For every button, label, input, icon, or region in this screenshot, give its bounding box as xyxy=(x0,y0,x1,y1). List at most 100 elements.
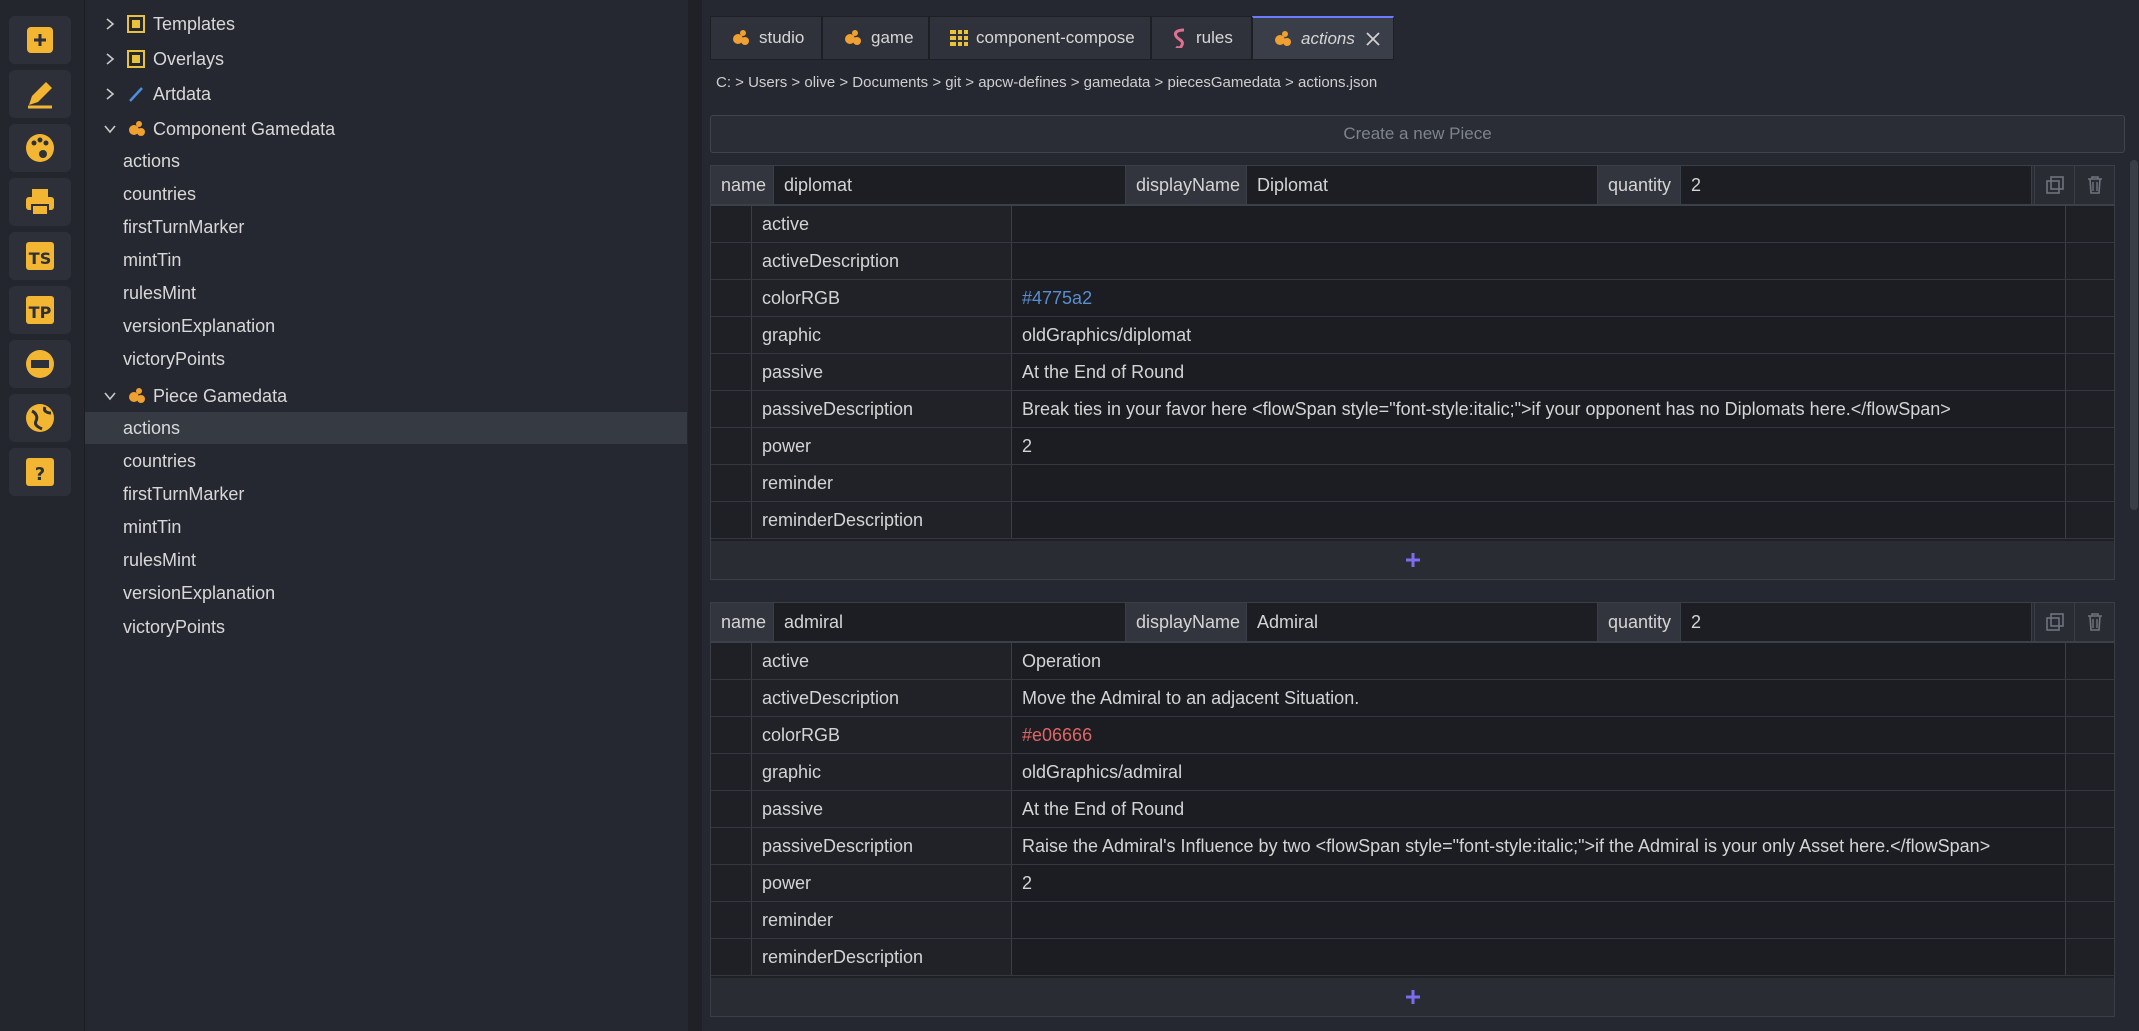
tree-file-component-countries[interactable]: countries xyxy=(85,178,687,210)
displayname-field[interactable]: Diplomat xyxy=(1246,166,1598,204)
tp-icon[interactable]: TP xyxy=(9,286,71,334)
add-property-button[interactable] xyxy=(711,541,2114,579)
gamedata-icon xyxy=(843,28,863,48)
ts-icon[interactable]: TS xyxy=(9,232,71,280)
palette-icon[interactable] xyxy=(9,124,71,172)
prop-value[interactable]: 2 xyxy=(1011,865,2066,901)
prop-value[interactable]: 2 xyxy=(1011,428,2066,464)
tree-file-piece-countries[interactable]: countries xyxy=(85,445,687,477)
piece-header: name admiral displayName Admiral quantit… xyxy=(711,603,2114,643)
prop-value[interactable] xyxy=(1011,243,2066,279)
breadcrumb: C: > Users > olive > Documents > git > a… xyxy=(716,74,1378,91)
tree-file-piece-minttin[interactable]: mintTin xyxy=(85,511,687,543)
create-piece-input[interactable]: Create a new Piece xyxy=(710,115,2125,153)
vertical-scrollbar[interactable] xyxy=(2130,160,2138,510)
tree-folder-component-gamedata[interactable]: Component Gamedata xyxy=(85,113,687,145)
prop-value[interactable]: Raise the Admiral's Influence by two <fl… xyxy=(1011,828,2066,864)
tree-file-component-versionexplanation[interactable]: versionExplanation xyxy=(85,310,687,342)
name-field[interactable]: diplomat xyxy=(773,166,1126,204)
tree-file-component-rulesmint[interactable]: rulesMint xyxy=(85,277,687,309)
tree-folder-artdata[interactable]: Artdata xyxy=(85,78,687,110)
piece-card-admiral: name admiral displayName Admiral quantit… xyxy=(710,602,2115,1017)
duplicate-icon[interactable] xyxy=(2034,166,2075,204)
duplicate-icon[interactable] xyxy=(2034,603,2075,641)
tab-label: actions xyxy=(1301,28,1355,48)
tab-game[interactable]: game xyxy=(822,16,929,60)
prop-value[interactable] xyxy=(1011,502,2066,538)
tree-label: firstTurnMarker xyxy=(123,483,245,504)
prop-key: passive xyxy=(751,354,1051,390)
plus-icon xyxy=(1405,553,1420,567)
tree-label: firstTurnMarker xyxy=(123,216,245,237)
game-crafter-icon[interactable] xyxy=(9,340,71,388)
svg-text:?: ? xyxy=(35,464,45,485)
prop-value[interactable] xyxy=(1011,902,2066,938)
prop-row-graphic: graphic oldGraphics/diplomat xyxy=(711,317,2114,354)
prop-value[interactable]: At the End of Round xyxy=(1011,354,2066,390)
tree-file-component-victorypoints[interactable]: victoryPoints xyxy=(85,343,687,375)
close-icon[interactable] xyxy=(1365,31,1381,47)
svg-text:TS: TS xyxy=(29,249,51,268)
prop-value[interactable]: #e06666 xyxy=(1011,717,2066,753)
prop-key: reminder xyxy=(751,902,1051,938)
prop-value[interactable]: oldGraphics/diplomat xyxy=(1011,317,2066,353)
prop-key: reminderDescription xyxy=(751,502,1051,538)
prop-key: passive xyxy=(751,791,1051,827)
pencil-icon[interactable] xyxy=(9,70,71,118)
displayname-field[interactable]: Admiral xyxy=(1246,603,1598,641)
displayname-label: displayName xyxy=(1126,166,1246,204)
tree-file-piece-firstturnmarker[interactable]: firstTurnMarker xyxy=(85,478,687,510)
tree-file-component-firstturnmarker[interactable]: firstTurnMarker xyxy=(85,211,687,243)
globe-icon[interactable] xyxy=(9,394,71,442)
tab-studio[interactable]: studio xyxy=(710,16,822,60)
prop-value[interactable] xyxy=(1011,206,2066,242)
tree-label: Templates xyxy=(153,13,236,34)
tree-file-piece-rulesmint[interactable]: rulesMint xyxy=(85,544,687,576)
tree-file-piece-victorypoints[interactable]: victoryPoints xyxy=(85,611,687,643)
tree-file-component-actions[interactable]: actions xyxy=(85,145,687,177)
tree-folder-templates[interactable]: Templates xyxy=(85,8,687,40)
help-icon[interactable]: ? xyxy=(9,448,71,496)
chevron-right-icon xyxy=(103,52,117,66)
add-property-button[interactable] xyxy=(711,978,2114,1016)
quantity-field[interactable]: 2 xyxy=(1680,166,2032,204)
panel-splitter[interactable] xyxy=(688,0,702,1031)
add-icon[interactable] xyxy=(9,16,71,64)
prop-value[interactable]: At the End of Round xyxy=(1011,791,2066,827)
prop-value[interactable]: oldGraphics/admiral xyxy=(1011,754,2066,790)
tab-label: rules xyxy=(1196,28,1233,47)
trash-icon[interactable] xyxy=(2074,603,2115,641)
tree-file-piece-actions[interactable]: actions xyxy=(85,412,687,444)
editor-area: studio game component-compose rules acti… xyxy=(702,0,2139,1031)
prop-key: colorRGB xyxy=(751,280,1051,316)
tree-folder-piece-gamedata[interactable]: Piece Gamedata xyxy=(85,380,687,412)
tab-component-compose[interactable]: component-compose xyxy=(929,16,1151,60)
scroll-icon xyxy=(1172,28,1188,48)
tree-folder-overlays[interactable]: Overlays xyxy=(85,43,687,75)
prop-row-power: power 2 xyxy=(711,865,2114,902)
tree-label: countries xyxy=(123,183,197,204)
piece-header: name diplomat displayName Diplomat quant… xyxy=(711,166,2114,206)
prop-key: power xyxy=(751,428,1051,464)
tree-file-piece-versionexplanation[interactable]: versionExplanation xyxy=(85,577,687,609)
name-field[interactable]: admiral xyxy=(773,603,1126,641)
tree-label: Component Gamedata xyxy=(153,118,336,139)
trash-icon[interactable] xyxy=(2074,166,2115,204)
prop-value[interactable] xyxy=(1011,465,2066,501)
tab-label: game xyxy=(871,28,914,47)
quantity-field[interactable]: 2 xyxy=(1680,603,2032,641)
prop-value[interactable] xyxy=(1011,939,2066,975)
chevron-down-icon xyxy=(103,389,117,403)
tab-actions[interactable]: actions xyxy=(1252,16,1394,60)
prop-row-colorrgb: colorRGB #4775a2 xyxy=(711,280,2114,317)
prop-value[interactable]: Move the Admiral to an adjacent Situatio… xyxy=(1011,680,2066,716)
tree-label: Artdata xyxy=(153,83,212,104)
prop-value[interactable]: #4775a2 xyxy=(1011,280,2066,316)
tree-label: victoryPoints xyxy=(123,616,226,637)
prop-value[interactable]: Break ties in your favor here <flowSpan … xyxy=(1011,391,2066,427)
tab-rules[interactable]: rules xyxy=(1151,16,1252,60)
printer-icon[interactable] xyxy=(9,178,71,226)
prop-value[interactable]: Operation xyxy=(1011,643,2066,679)
prop-key: graphic xyxy=(751,754,1051,790)
tree-file-component-minttin[interactable]: mintTin xyxy=(85,244,687,276)
